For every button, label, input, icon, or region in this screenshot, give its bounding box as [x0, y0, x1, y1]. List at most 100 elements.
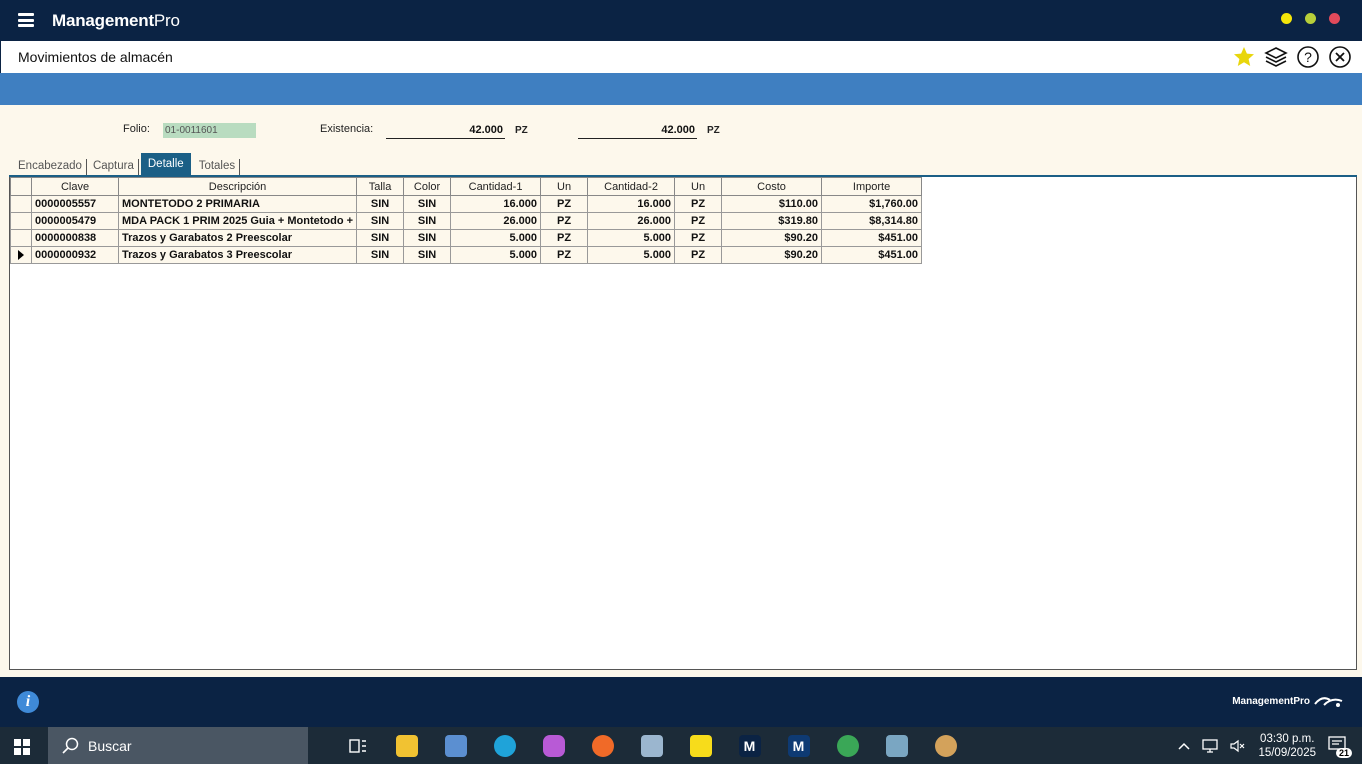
svg-text:?: ? [1304, 49, 1312, 65]
cell-clave[interactable]: 0000005557 [31, 195, 119, 213]
table-row-current[interactable]: 0000000932 Trazos y Garabatos 3 Preescol… [10, 246, 923, 264]
cell-un-1[interactable]: PZ [540, 229, 589, 247]
menu-icon[interactable] [18, 13, 34, 27]
edge-browser-icon[interactable] [487, 732, 522, 759]
cell-un-2[interactable]: PZ [674, 195, 723, 213]
cell-clave[interactable]: 0000005479 [31, 212, 119, 230]
management-app-icon[interactable]: M [781, 732, 816, 759]
brand-pro: Pro [153, 11, 180, 30]
cell-costo[interactable]: $90.20 [721, 229, 823, 247]
file-explorer-icon[interactable] [389, 732, 424, 759]
folio-field[interactable]: 01-0011601 [163, 123, 256, 138]
cell-un-2[interactable]: PZ [674, 229, 723, 247]
cell-cantidad-1[interactable]: 16.000 [450, 195, 542, 213]
detail-grid-area[interactable]: Clave Descripción Talla Color Cantidad-1… [9, 177, 1357, 670]
start-button[interactable] [14, 739, 30, 755]
help-icon[interactable]: ? [1296, 45, 1320, 69]
cell-costo[interactable]: $319.80 [721, 212, 823, 230]
cell-talla[interactable]: SIN [356, 195, 405, 213]
col-header-descripcion[interactable]: Descripción [117, 177, 358, 196]
cell-importe[interactable]: $451.00 [821, 229, 923, 247]
tab-totales[interactable]: Totales [195, 159, 241, 175]
table-row[interactable]: 0000005557 MONTETODO 2 PRIMARIA SIN SIN … [10, 195, 923, 213]
paint-icon[interactable] [928, 732, 963, 759]
cell-cantidad-1[interactable]: 5.000 [450, 229, 542, 247]
footer-brand-text: ManagementPro [1232, 695, 1310, 707]
col-header-cantidad-2[interactable]: Cantidad-2 [587, 177, 676, 196]
cell-cantidad-2[interactable]: 16.000 [587, 195, 676, 213]
tab-detalle[interactable]: Detalle [140, 153, 191, 175]
col-header-clave[interactable]: Clave [31, 177, 119, 196]
cell-cantidad-1[interactable]: 5.000 [450, 246, 542, 264]
cell-cantidad-2[interactable]: 5.000 [587, 246, 676, 264]
cell-importe[interactable]: $1,760.00 [821, 195, 923, 213]
close-icon[interactable] [1328, 45, 1352, 69]
close-window-button[interactable] [1329, 13, 1340, 24]
taskbar-search[interactable]: Buscar [48, 727, 308, 764]
col-header-un-2[interactable]: Un [674, 177, 723, 196]
table-row[interactable]: 0000005479 MDA PACK 1 PRIM 2025 Guia + M… [10, 212, 923, 230]
cell-talla[interactable]: SIN [356, 246, 405, 264]
cell-color[interactable]: SIN [403, 229, 452, 247]
cell-cantidad-2[interactable]: 5.000 [587, 229, 676, 247]
page-header: Movimientos de almacén ? [0, 41, 1362, 73]
sticky-notes-icon[interactable] [683, 732, 718, 759]
notifications-icon[interactable]: 21 [1328, 735, 1352, 758]
remote-desktop-icon[interactable] [634, 732, 669, 759]
cell-un-2[interactable]: PZ [674, 212, 723, 230]
layers-icon[interactable] [1264, 45, 1288, 69]
chrome-icon[interactable] [830, 732, 865, 759]
taskbar-clock[interactable]: 03:30 p.m. 15/09/2025 [1258, 732, 1316, 760]
accent-bar [0, 73, 1362, 105]
network-icon[interactable] [1202, 738, 1219, 753]
cell-color[interactable]: SIN [403, 195, 452, 213]
cell-color[interactable]: SIN [403, 212, 452, 230]
col-header-costo[interactable]: Costo [721, 177, 823, 196]
cell-talla[interactable]: SIN [356, 229, 405, 247]
volume-muted-icon[interactable] [1230, 739, 1246, 753]
management-pro-app-icon[interactable]: M [732, 732, 767, 759]
cell-descripcion[interactable]: MDA PACK 1 PRIM 2025 Guia + Montetodo + [117, 212, 358, 230]
cell-clave[interactable]: 0000000838 [31, 229, 119, 247]
cell-costo[interactable]: $110.00 [721, 195, 823, 213]
cell-descripcion[interactable]: Trazos y Garabatos 2 Preescolar [117, 229, 358, 247]
cell-cantidad-1[interactable]: 26.000 [450, 212, 542, 230]
tab-captura[interactable]: Captura [89, 159, 139, 175]
cell-cantidad-2[interactable]: 26.000 [587, 212, 676, 230]
col-header-importe[interactable]: Importe [821, 177, 923, 196]
copilot-icon[interactable] [536, 732, 571, 759]
row-selector[interactable] [10, 229, 32, 247]
col-header-un-1[interactable]: Un [540, 177, 589, 196]
main-content: Folio: 01-0011601 Existencia: 42.000 PZ … [0, 105, 1362, 677]
cell-un-1[interactable]: PZ [540, 212, 589, 230]
favorite-star-icon[interactable] [1232, 45, 1256, 69]
row-selector[interactable] [10, 195, 32, 213]
col-header-cantidad-1[interactable]: Cantidad-1 [450, 177, 542, 196]
row-selector-current[interactable] [10, 246, 32, 264]
cell-costo[interactable]: $90.20 [721, 246, 823, 264]
cell-descripcion[interactable]: MONTETODO 2 PRIMARIA [117, 195, 358, 213]
calculator-icon[interactable] [879, 732, 914, 759]
cell-un-2[interactable]: PZ [674, 246, 723, 264]
task-view-icon[interactable] [340, 732, 375, 759]
col-header-talla[interactable]: Talla [356, 177, 405, 196]
cell-color[interactable]: SIN [403, 246, 452, 264]
info-icon[interactable]: i [17, 691, 39, 713]
chevron-up-icon[interactable] [1178, 742, 1190, 750]
cell-descripcion[interactable]: Trazos y Garabatos 3 Preescolar [117, 246, 358, 264]
system-tray: 03:30 p.m. 15/09/2025 21 [1178, 727, 1352, 764]
minimize-button[interactable] [1281, 13, 1292, 24]
tab-encabezado[interactable]: Encabezado [14, 159, 87, 175]
cell-un-1[interactable]: PZ [540, 195, 589, 213]
control-panel-icon[interactable] [438, 732, 473, 759]
cell-clave[interactable]: 0000000932 [31, 246, 119, 264]
col-header-color[interactable]: Color [403, 177, 452, 196]
cell-un-1[interactable]: PZ [540, 246, 589, 264]
firefox-icon[interactable] [585, 732, 620, 759]
cell-importe[interactable]: $451.00 [821, 246, 923, 264]
maximize-button[interactable] [1305, 13, 1316, 24]
cell-importe[interactable]: $8,314.80 [821, 212, 923, 230]
table-row[interactable]: 0000000838 Trazos y Garabatos 2 Preescol… [10, 229, 923, 247]
row-selector[interactable] [10, 212, 32, 230]
cell-talla[interactable]: SIN [356, 212, 405, 230]
